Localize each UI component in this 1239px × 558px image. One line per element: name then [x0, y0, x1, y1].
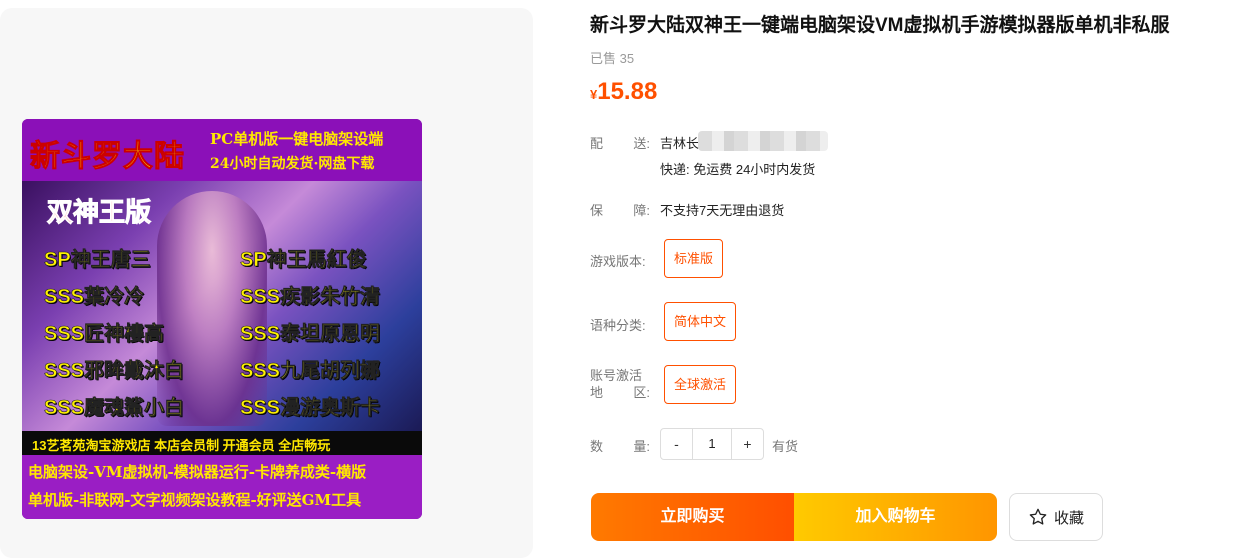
sold-count: 已售 35 — [590, 51, 635, 66]
stock-status: 有货 — [772, 439, 799, 454]
language-label: 语种分类: — [590, 318, 646, 333]
cover-hero-left-2: SSS葉冷冷 — [44, 286, 145, 309]
quantity-label: 数 量: — [590, 436, 650, 455]
region-label-line-2: 地 区: — [590, 384, 650, 401]
guarantee-value: 不支持7天无理由退货 — [660, 203, 785, 218]
cover-artwork: 双神王版 SP神王唐三 SSS葉冷冷 SSS匠神樓高 SSS邪眸戴沐白 SSS魔… — [22, 181, 422, 431]
quantity-decrease-button[interactable]: - — [661, 429, 692, 459]
shipping-info: 快递: 免运费 24小时内发货 — [660, 162, 816, 177]
cover-hero-right-1: SP神王馬紅俊 — [240, 249, 367, 272]
product-cover-image[interactable]: 新斗罗大陆 PC单机版一键电脑架设端 24小时自动发货·网盘下载 双神王版 SP… — [22, 119, 422, 519]
add-to-cart-button[interactable]: 加入购物车 — [794, 493, 997, 541]
cover-footer-line-1: 电脑架设-VM虚拟机-模拟器运行-卡牌养成类-横版 — [28, 463, 367, 481]
version-label: 游戏版本: — [590, 254, 646, 269]
cover-footer-band: 电脑架设-VM虚拟机-模拟器运行-卡牌养成类-横版 单机版-非联网-文字视频架设… — [22, 455, 422, 519]
region-label-line-1: 账号激活 — [590, 368, 643, 383]
guarantee-label-a: 保 — [590, 203, 604, 218]
delivery-label-b: 送: — [633, 136, 650, 151]
version-option-standard[interactable]: 标准版 — [664, 239, 724, 278]
buy-now-button[interactable]: 立即购买 — [591, 493, 794, 541]
guarantee-label-b: 障: — [633, 203, 650, 218]
star-outline-icon — [1029, 508, 1047, 525]
cover-footer-line-2: 单机版-非联网-文字视频架设教程-好评送GM工具 — [28, 491, 362, 509]
cover-shop-strip-text: 13艺茗苑淘宝游戏店 本店会员制 开通会员 全店畅玩 — [32, 438, 331, 453]
quantity-label-a: 数 — [590, 439, 604, 454]
cover-edition-badge: 双神王版 — [46, 198, 152, 229]
cover-hero-right-4: SSS九尾胡列娜 — [240, 360, 381, 383]
cover-hero-right-5: SSS漫游奥斯卡 — [240, 397, 381, 420]
cover-hero-left-3: SSS匠神樓高 — [44, 323, 165, 346]
language-option-simplified-chinese[interactable]: 简体中文 — [664, 302, 737, 341]
product-title: 新斗罗大陆双神王一键端电脑架设VM虚拟机手游模拟器版单机非私服 — [590, 15, 1170, 36]
cover-title: 新斗罗大陆 — [30, 139, 185, 175]
cover-hero-right-2: SSS疾影朱竹清 — [240, 286, 381, 309]
cover-hero-left-4: SSS邪眸戴沐白 — [44, 360, 185, 383]
quantity-stepper: - 1 + — [660, 428, 764, 460]
delivery-label: 配 送: — [590, 133, 650, 152]
region-label-line-2a: 地 — [590, 385, 604, 400]
region-label-line-2b: 区: — [633, 385, 650, 400]
guarantee-label: 保 障: — [590, 200, 650, 219]
delivery-label-a: 配 — [590, 136, 604, 151]
delivery-location-blurred — [698, 131, 828, 151]
region-option-global[interactable]: 全球激活 — [664, 365, 737, 404]
price-amount: 15.88 — [597, 78, 658, 105]
favorite-button[interactable]: 收藏 — [1009, 493, 1103, 541]
cover-hero-left-1: SP神王唐三 — [44, 249, 151, 272]
favorite-label: 收藏 — [1053, 509, 1084, 527]
cover-hero-left-5: SSS魔魂鯊小白 — [44, 397, 185, 420]
delivery-location[interactable]: 吉林长 — [660, 133, 699, 152]
cover-shop-strip: 13艺茗苑淘宝游戏店 本店会员制 开通会员 全店畅玩 — [22, 431, 422, 455]
quantity-label-b: 量: — [633, 439, 650, 454]
cover-header-band: 新斗罗大陆 PC单机版一键电脑架设端 24小时自动发货·网盘下载 — [22, 119, 422, 181]
quantity-increase-button[interactable]: + — [732, 429, 763, 459]
cover-hero-right-3: SSS泰坦原恩明 — [240, 323, 381, 346]
cover-subtitle-1: PC单机版一键电脑架设端 — [210, 130, 384, 148]
product-price: ¥15.88 — [590, 78, 657, 106]
region-label: 账号激活 地 区: — [590, 367, 650, 401]
quantity-input[interactable]: 1 — [692, 429, 732, 459]
cover-subtitle-2: 24小时自动发货·网盘下载 — [210, 156, 375, 172]
